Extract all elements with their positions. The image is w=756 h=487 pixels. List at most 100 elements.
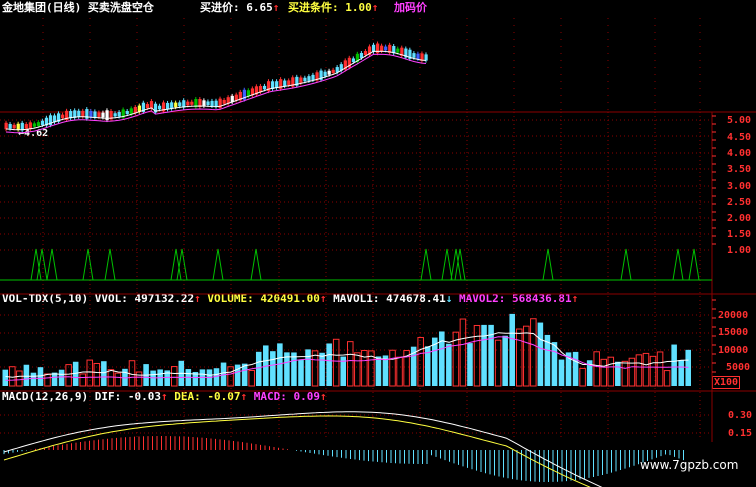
- candle-body: [113, 113, 117, 117]
- volume-bar: [326, 343, 332, 386]
- signal-spike: [104, 248, 116, 281]
- candle-body: [307, 76, 311, 81]
- volume-bar: [523, 325, 530, 387]
- volume-bar: [361, 349, 368, 387]
- candle-body: [384, 46, 388, 51]
- candle-body: [145, 103, 150, 109]
- volume-bar: [114, 372, 122, 387]
- volume-bar: [615, 361, 621, 386]
- signal-spike: [46, 248, 58, 281]
- volume-bar: [396, 356, 403, 387]
- volume-bar: [2, 369, 9, 386]
- volume-bar: [558, 359, 565, 386]
- signal-spike: [542, 248, 554, 281]
- candle-body: [396, 48, 400, 53]
- candle-body: [363, 51, 368, 56]
- volume-bar: [515, 328, 523, 387]
- candle-body: [101, 112, 105, 118]
- candle-body: [81, 110, 85, 117]
- signal-spike: [441, 248, 453, 281]
- volume-bar: [9, 366, 16, 387]
- volume-bar: [255, 351, 262, 386]
- signal-spike: [82, 248, 94, 281]
- volume-bar: [678, 360, 684, 386]
- volume-bar: [44, 373, 51, 387]
- candle-body: [8, 123, 12, 129]
- candle-body: [117, 112, 121, 117]
- chart-canvas: [0, 18, 756, 487]
- volume-bar: [65, 364, 72, 387]
- candle-body: [186, 101, 190, 106]
- candle-body: [287, 80, 291, 86]
- signal-spike: [672, 248, 684, 281]
- signal-spike: [620, 248, 632, 281]
- volume-bar: [248, 369, 255, 387]
- macd-dif-line: [3, 411, 603, 487]
- volume-bar: [23, 364, 30, 386]
- candle-body: [416, 53, 420, 60]
- volume-bar: [459, 318, 467, 387]
- volume-bar: [319, 352, 325, 386]
- volume-bar: [58, 369, 65, 386]
- volume-bar: [530, 318, 537, 387]
- price-ma-line: [5, 50, 427, 131]
- volume-bar: [311, 350, 319, 387]
- volume-bar: [101, 361, 107, 386]
- stock-chart-window: 金地集团(日线) 买卖洗盘空仓 买进价: 6.65↑ 买进条件: 1.00↑ 加…: [0, 0, 756, 487]
- volume-bar: [16, 370, 23, 387]
- volume-bar: [473, 324, 481, 387]
- candle-body: [380, 45, 384, 52]
- candle-body: [77, 110, 81, 117]
- volume-bar: [593, 351, 600, 387]
- volume-bar: [494, 339, 502, 387]
- candle-body: [412, 53, 416, 58]
- candle-body: [424, 54, 428, 61]
- volume-bar: [656, 351, 664, 387]
- candle-body: [202, 100, 206, 106]
- candle-body: [97, 112, 101, 118]
- volume-bar: [579, 367, 586, 387]
- volume-bar: [354, 352, 361, 387]
- macd-dea-line: [3, 415, 591, 487]
- volume-bar: [291, 352, 297, 386]
- volume-bar: [439, 331, 445, 386]
- volume-bar: [305, 349, 311, 386]
- candle-body: [125, 111, 129, 115]
- volume-bar: [642, 352, 650, 387]
- volume-bar: [417, 337, 424, 387]
- candle-body: [89, 110, 93, 118]
- candle-body: [12, 124, 16, 129]
- candle-body: [174, 102, 178, 108]
- volume-bar: [51, 372, 58, 386]
- candle-body: [303, 77, 307, 82]
- candle-body: [262, 85, 267, 90]
- candle-body: [61, 114, 65, 119]
- signal-spike: [688, 248, 700, 281]
- volume-bar: [135, 371, 143, 387]
- candle-body: [157, 105, 162, 110]
- candle-body: [222, 99, 226, 104]
- volume-bar: [635, 354, 643, 387]
- volume-bar: [502, 335, 508, 386]
- volume-bar: [509, 313, 515, 386]
- candle-body: [32, 123, 37, 127]
- candle-body: [299, 77, 303, 84]
- volume-bar: [107, 369, 115, 387]
- candle-body: [327, 70, 331, 75]
- volume-bar: [607, 356, 615, 387]
- volume-bar: [621, 360, 629, 387]
- volume-bar: [389, 349, 396, 387]
- volume-bar: [170, 366, 178, 387]
- volume-bar: [298, 360, 304, 386]
- volume-bar: [628, 357, 636, 387]
- volume-bar: [37, 367, 44, 386]
- volume-bar: [347, 341, 354, 387]
- candle-body: [16, 123, 20, 130]
- volume-bar: [685, 349, 691, 386]
- signal-spike: [212, 248, 224, 281]
- volume-bar: [467, 343, 473, 386]
- volume-bar: [481, 324, 487, 386]
- signal-spike: [420, 248, 432, 281]
- volume-bar: [270, 351, 276, 386]
- candle-body: [36, 122, 41, 126]
